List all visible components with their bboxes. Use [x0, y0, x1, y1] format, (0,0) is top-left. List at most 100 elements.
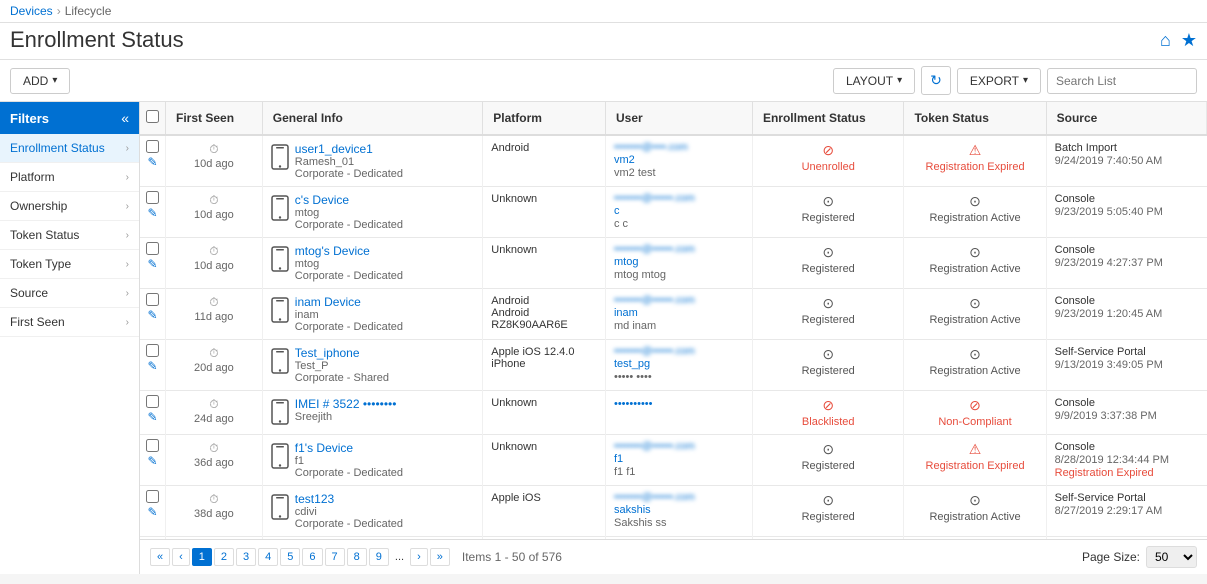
device-name-link[interactable]: inam Device	[295, 295, 403, 309]
row-checkbox[interactable]	[146, 140, 159, 153]
col-enrollment-status: Enrollment Status	[752, 102, 904, 135]
device-name-link[interactable]: IMEI # 3522 ••••••••	[295, 397, 397, 411]
page-prev-button[interactable]: ‹	[172, 548, 190, 566]
sidebar-header: Filters «	[0, 102, 139, 134]
device-name-link[interactable]: user1_device1	[295, 142, 403, 156]
token-status-text: Registration Active	[929, 263, 1020, 275]
row-checkbox-cell: ✎	[140, 289, 166, 340]
row-first-seen: ⏱ 10d ago	[166, 187, 263, 238]
page-1-button[interactable]: 1	[192, 548, 212, 566]
device-name-link[interactable]: mtog's Device	[295, 244, 403, 258]
edit-icon[interactable]: ✎	[147, 359, 157, 373]
token-icon: ⊙	[969, 244, 981, 261]
page-7-button[interactable]: 7	[325, 548, 345, 566]
page-4-button[interactable]: 4	[258, 548, 278, 566]
col-source: Source	[1046, 102, 1206, 135]
token-icon: ⊙	[969, 295, 981, 312]
token-icon: ⊙	[969, 346, 981, 363]
page-first-button[interactable]: «	[150, 548, 170, 566]
user-email: ••••••••@••••••.com	[614, 193, 744, 204]
row-first-seen: ⏱ 24d ago	[166, 391, 263, 435]
page-next-button[interactable]: ›	[410, 548, 428, 566]
row-platform: Unknown	[483, 391, 606, 435]
edit-icon[interactable]: ✎	[147, 410, 157, 424]
sidebar-item-enrollment[interactable]: Enrollment Status ›	[0, 134, 139, 163]
source-date: 9/13/2019 3:49:05 PM	[1055, 359, 1199, 371]
row-checkbox[interactable]	[146, 395, 159, 408]
enrollment-status-text: Registered	[802, 212, 855, 224]
device-name-link[interactable]: f1's Device	[295, 441, 403, 455]
row-checkbox[interactable]	[146, 490, 159, 503]
row-source: Console 9/23/2019 4:27:37 PM	[1046, 238, 1206, 289]
search-input[interactable]	[1047, 68, 1197, 94]
enrollment-status-text: Unenrolled	[802, 161, 855, 173]
row-checkbox[interactable]	[146, 293, 159, 306]
user-name: f1	[614, 453, 744, 465]
row-checkbox[interactable]	[146, 344, 159, 357]
sidebar-item-token-type[interactable]: Token Type ›	[0, 250, 139, 279]
breadcrumb-devices[interactable]: Devices	[10, 4, 53, 18]
row-platform: Apple iOS	[483, 486, 606, 537]
row-checkbox[interactable]	[146, 191, 159, 204]
row-platform: Unknown	[483, 238, 606, 289]
edit-icon[interactable]: ✎	[147, 505, 157, 519]
page-last-button[interactable]: »	[430, 548, 450, 566]
row-checkbox[interactable]	[146, 439, 159, 452]
sidebar-item-first-seen[interactable]: First Seen ›	[0, 308, 139, 337]
select-all-checkbox[interactable]	[146, 110, 159, 123]
row-platform: Apple iOS 12.4.0iPhone	[483, 340, 606, 391]
page-title: Enrollment Status	[10, 27, 184, 53]
device-name-link[interactable]: test123	[295, 492, 403, 506]
row-source: Console 9/9/2019 3:37:38 PM	[1046, 391, 1206, 435]
first-seen-value: 10d ago	[194, 158, 234, 170]
layout-chevron-icon: ▾	[897, 75, 902, 86]
device-sub1: Ramesh_01	[295, 156, 403, 168]
row-token-status: ⚠ Registration Expired	[904, 435, 1046, 486]
edit-icon[interactable]: ✎	[147, 308, 157, 322]
sidebar-item-source-label: Source	[10, 286, 48, 300]
export-button[interactable]: EXPORT ▾	[957, 68, 1041, 94]
user-fullname: Sakshis ss	[614, 517, 744, 529]
page-2-button[interactable]: 2	[214, 548, 234, 566]
page-6-button[interactable]: 6	[302, 548, 322, 566]
token-status-text: Non-Compliant	[938, 416, 1011, 428]
edit-icon[interactable]: ✎	[147, 454, 157, 468]
home-icon[interactable]: ⌂	[1160, 30, 1171, 51]
page-8-button[interactable]: 8	[347, 548, 367, 566]
sidebar-item-source[interactable]: Source ›	[0, 279, 139, 308]
layout-button[interactable]: LAYOUT ▾	[833, 68, 915, 94]
clock-icon: ⏱	[209, 244, 218, 259]
device-name-link[interactable]: c's Device	[295, 193, 403, 207]
sidebar-item-ownership[interactable]: Ownership ›	[0, 192, 139, 221]
token-status-text: Registration Active	[929, 314, 1020, 326]
page-3-button[interactable]: 3	[236, 548, 256, 566]
row-enrollment-status: ⊘ Unenrolled	[752, 135, 904, 187]
row-checkbox-cell: ✎	[140, 435, 166, 486]
sidebar-title: Filters	[10, 111, 49, 126]
page-size-select[interactable]: 10 25 50 100	[1146, 546, 1197, 568]
sidebar-item-token-status[interactable]: Token Status ›	[0, 221, 139, 250]
enrollment-status-text: Blacklisted	[802, 416, 855, 428]
row-checkbox-cell: ✎	[140, 340, 166, 391]
add-button[interactable]: ADD ▾	[10, 68, 70, 94]
device-icon	[271, 297, 289, 326]
token-status-text: Registration Expired	[926, 161, 1025, 173]
page-9-button[interactable]: 9	[369, 548, 389, 566]
edit-icon[interactable]: ✎	[147, 206, 157, 220]
star-icon[interactable]: ★	[1181, 30, 1197, 51]
clock-icon: ⏱	[209, 346, 218, 361]
edit-icon[interactable]: ✎	[147, 155, 157, 169]
items-info: Items 1 - 50 of 576	[462, 550, 562, 564]
user-fullname: md inam	[614, 320, 744, 332]
device-name-link[interactable]: Test_iphone	[295, 346, 389, 360]
sidebar-collapse-icon[interactable]: «	[121, 110, 129, 126]
enrollment-icon: ⊘	[822, 142, 834, 159]
page-5-button[interactable]: 5	[280, 548, 300, 566]
user-name: c	[614, 205, 744, 217]
user-name: test_pg	[614, 358, 744, 370]
row-checkbox-cell: ✎	[140, 187, 166, 238]
sidebar-item-platform[interactable]: Platform ›	[0, 163, 139, 192]
edit-icon[interactable]: ✎	[147, 257, 157, 271]
row-checkbox[interactable]	[146, 242, 159, 255]
refresh-button[interactable]: ↻	[921, 66, 951, 95]
